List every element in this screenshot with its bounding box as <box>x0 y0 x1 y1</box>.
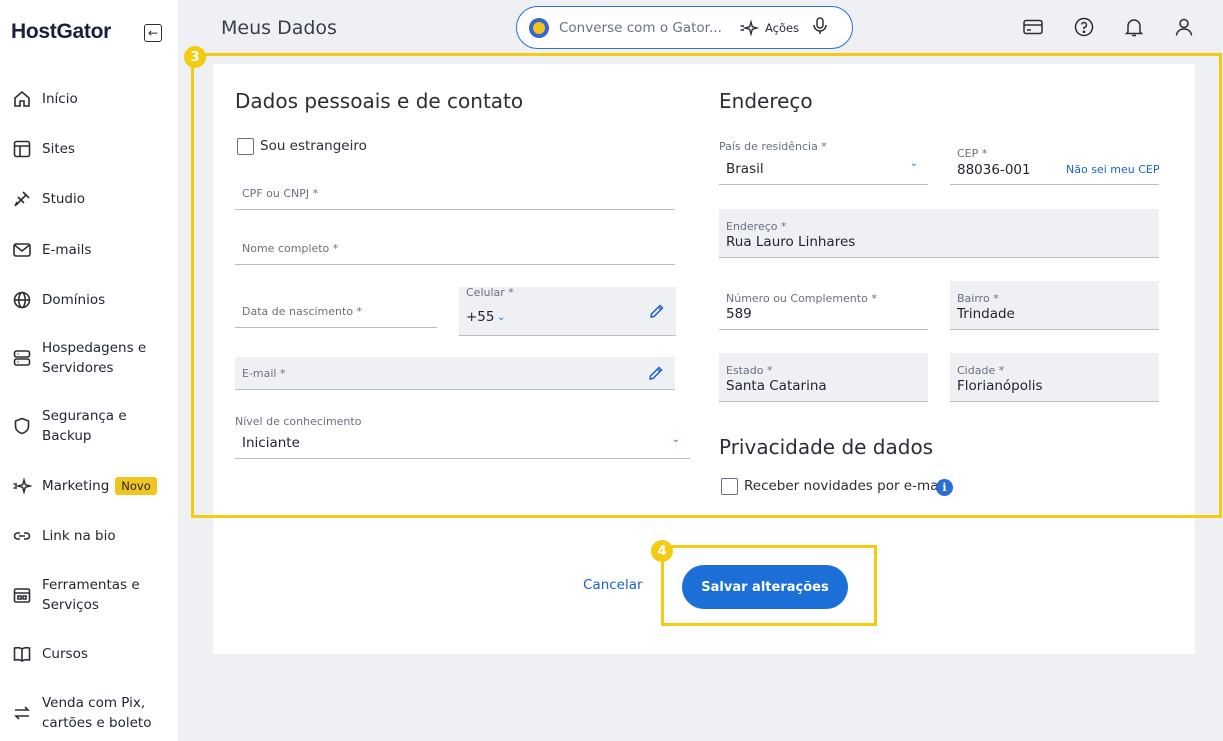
sidebar-item-label: Início <box>42 91 78 107</box>
sidebar-item-label: Ferramentas e Serviços <box>42 577 140 613</box>
hostgator-logo[interactable]: HostGator <box>11 20 111 44</box>
sidebar-item-studio[interactable]: Studio <box>11 188 85 210</box>
user-icon[interactable] <box>1173 16 1195 38</box>
sidebar-item-label: Marketing <box>42 478 110 494</box>
sparkle-icon <box>11 475 33 497</box>
help-icon[interactable] <box>1073 16 1095 38</box>
mail-icon <box>11 239 33 261</box>
exchange-icon <box>11 702 33 724</box>
sidebar-item-link-na-bio[interactable]: Link na bio <box>11 525 116 547</box>
sidebar-item-seguranca[interactable]: Segurança e Backup <box>11 406 142 446</box>
sidebar-item-label: Hospedagens e Servidores <box>42 340 147 376</box>
arrow-left-icon: ← <box>147 26 159 40</box>
sidebar-item-label: E-mails <box>42 242 92 258</box>
gator-avatar-icon <box>529 17 549 38</box>
tools-icon <box>11 584 33 606</box>
link-icon <box>11 525 33 547</box>
cancel-button[interactable]: Cancelar <box>583 577 643 593</box>
sidebar-item-dominios[interactable]: Domínios <box>11 289 105 311</box>
sidebar-item-cursos[interactable]: Cursos <box>11 643 88 665</box>
microphone-icon[interactable] <box>811 16 829 40</box>
sidebar-item-sites[interactable]: Sites <box>11 138 75 160</box>
sidebar-item-label: Studio <box>42 191 85 207</box>
sidebar-item-inicio[interactable]: Início <box>11 88 78 110</box>
gator-chat-bar[interactable]: Converse com o Gator... Ações <box>516 6 853 49</box>
sidebar-item-label: Link na bio <box>42 528 116 544</box>
sidebar-item-venda[interactable]: Venda com Pix, cartões e boleto <box>11 693 162 733</box>
sidebar-item-label: Sites <box>42 141 75 157</box>
sidebar-item-hospedagens[interactable]: Hospedagens e Servidores <box>11 338 157 378</box>
chat-input[interactable]: Converse com o Gator... <box>559 20 729 36</box>
sidebar-item-marketing[interactable]: Marketing Novo <box>11 475 157 497</box>
actions-label: Ações <box>765 20 800 35</box>
sidebar-item-label: Cursos <box>42 646 88 662</box>
sidebar-item-label: Segurança e Backup <box>42 408 127 444</box>
new-badge: Novo <box>115 477 157 495</box>
page-title: Meus Dados <box>221 17 337 39</box>
actions-button[interactable]: Ações <box>739 18 799 38</box>
step-3-highlight <box>191 53 1222 518</box>
studio-icon <box>11 188 33 210</box>
server-icon <box>11 347 33 369</box>
layout-icon <box>11 138 33 160</box>
sparkle-icon <box>740 18 759 37</box>
step-3-badge: 3 <box>184 46 206 68</box>
card-icon[interactable] <box>1022 16 1044 38</box>
sidebar-item-ferramentas[interactable]: Ferramentas e Serviços <box>11 575 152 615</box>
sidebar-item-emails[interactable]: E-mails <box>11 239 91 261</box>
shield-icon <box>11 415 33 437</box>
book-icon <box>11 643 33 665</box>
bell-icon[interactable] <box>1123 16 1145 38</box>
sidebar-item-label: Domínios <box>42 292 106 308</box>
globe-icon <box>11 289 33 311</box>
step-4-badge: 4 <box>651 540 673 562</box>
sidebar-item-label: Venda com Pix, cartões e boleto <box>42 695 152 731</box>
sidebar: HostGator ← Início Sites Studio E-mails … <box>0 0 178 741</box>
collapse-sidebar-button[interactable]: ← <box>144 24 162 42</box>
step-4-highlight <box>661 545 877 626</box>
home-icon <box>11 88 33 110</box>
